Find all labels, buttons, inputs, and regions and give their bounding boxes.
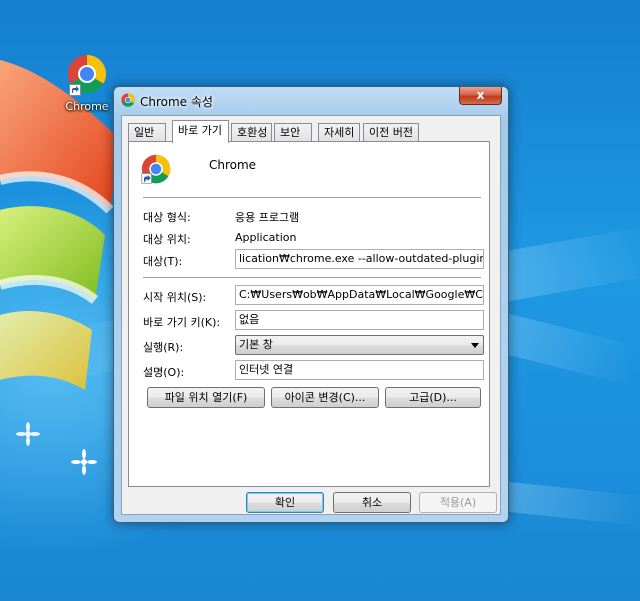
tab-label: 호환성: [237, 126, 268, 139]
chevron-down-icon: [471, 343, 479, 348]
chrome-icon: [141, 154, 171, 184]
shortcut-name: Chrome: [209, 158, 257, 172]
open-file-location-button[interactable]: 파일 위치 열기(F): [147, 387, 265, 408]
run-select-value: 기본 창: [239, 338, 273, 351]
start-in-label: 시작 위치(S):: [143, 291, 207, 304]
tab-label: 보안: [280, 126, 301, 139]
comment-label: 설명(O):: [143, 366, 185, 379]
target-type-value: 응용 프로그램: [235, 211, 300, 224]
desktop-shortcut-label: Chrome: [65, 100, 109, 113]
target-type-label: 대상 형식:: [143, 211, 191, 224]
desktop-shortcut-chrome[interactable]: Chrome: [62, 54, 112, 113]
close-button[interactable]: x: [459, 87, 502, 105]
tab-security[interactable]: 보안: [274, 123, 312, 142]
start-in-input[interactable]: C:₩Users₩ob₩AppData₩Local₩Google₩Chrome₩: [235, 285, 484, 305]
window-title: Chrome 속성: [140, 95, 213, 109]
cancel-button[interactable]: 취소: [333, 492, 411, 513]
tab-compatibility[interactable]: 호환성: [231, 123, 272, 142]
tab-shortcut[interactable]: 바로 가기: [172, 120, 229, 143]
target-location-value: Application: [235, 231, 297, 244]
tab-general[interactable]: 일반: [128, 123, 166, 142]
run-select[interactable]: 기본 창: [235, 335, 484, 355]
dialog-client-area: 일반 바로 가기 호환성 보안 자세히 이전 버전 Chrome 대상 형식: …: [121, 115, 501, 515]
shortcut-key-input[interactable]: 없음: [235, 310, 484, 330]
flower-decoration: [71, 449, 97, 475]
advanced-button[interactable]: 고급(D)...: [385, 387, 481, 408]
tab-label: 일반: [134, 126, 155, 139]
separator: [143, 197, 481, 198]
chrome-icon: [121, 93, 135, 107]
properties-window: Chrome 속성 x 일반 바로 가기 호환성 보안 자세히 이전 버전 Ch…: [113, 86, 509, 523]
tab-label: 자세히: [324, 126, 355, 139]
target-label: 대상(T):: [143, 255, 183, 268]
tab-previous-versions[interactable]: 이전 버전: [363, 123, 419, 142]
comment-input[interactable]: 인터넷 연결: [235, 360, 484, 380]
title-bar[interactable]: Chrome 속성 x: [114, 87, 508, 113]
tab-label: 바로 가기: [178, 124, 222, 137]
ok-button[interactable]: 확인: [246, 492, 324, 513]
target-location-label: 대상 위치:: [143, 233, 191, 246]
separator: [143, 277, 481, 278]
windows-logo: [0, 60, 120, 390]
shortcut-arrow-icon: [69, 84, 81, 96]
close-icon: x: [476, 88, 485, 102]
change-icon-button[interactable]: 아이콘 변경(C)...: [271, 387, 379, 408]
flower-decoration: [16, 422, 40, 446]
run-label: 실행(R):: [143, 341, 184, 354]
target-input[interactable]: lication₩chrome.exe --allow-outdated-plu…: [235, 249, 484, 269]
shortcut-key-label: 바로 가기 키(K):: [143, 316, 221, 329]
shortcut-tab-panel: Chrome 대상 형식: 응용 프로그램 대상 위치: Application…: [128, 141, 490, 487]
tab-details[interactable]: 자세히: [318, 123, 360, 142]
apply-button[interactable]: 적용(A): [419, 492, 497, 513]
chrome-icon: [67, 54, 107, 96]
tab-label: 이전 버전: [369, 126, 413, 139]
